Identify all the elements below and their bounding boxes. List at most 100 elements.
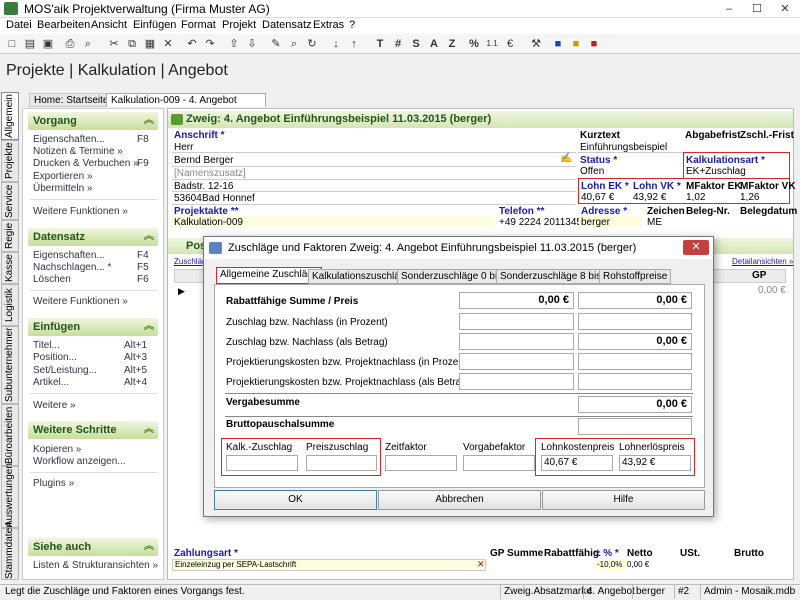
new-icon[interactable]: □: [4, 36, 20, 52]
zuschlag-prozent-field-2[interactable]: [578, 313, 692, 330]
einfuegen-more[interactable]: Weitere »: [33, 400, 76, 411]
schritte-plugins[interactable]: Plugins »: [33, 478, 74, 489]
number-icon[interactable]: #: [390, 36, 406, 52]
rabattfaehige-summe-field-1[interactable]: 0,00 €: [459, 292, 574, 309]
text-z-icon[interactable]: Z: [444, 36, 460, 52]
close-window-button[interactable]: ✕: [772, 0, 798, 18]
vtab-subunternehmer[interactable]: Subunternehmer: [1, 326, 19, 404]
maximize-button[interactable]: ☐: [744, 0, 770, 18]
print-preview-icon[interactable]: ⌕: [80, 36, 96, 52]
projektierung-prozent-field-1[interactable]: [459, 353, 574, 370]
datensatz-more[interactable]: Weitere Funktionen »: [33, 296, 128, 307]
vtab-bueroarbeiten[interactable]: Büroarbeiten: [1, 404, 19, 466]
zeichen-field[interactable]: ME: [647, 217, 662, 228]
open-icon[interactable]: ▤: [22, 36, 38, 52]
section-datensatz[interactable]: Datensatz ︽: [28, 228, 158, 246]
lohn-vk-field[interactable]: 43,92 €: [633, 192, 666, 203]
print-icon[interactable]: ⎙: [62, 36, 78, 52]
datensatz-nachschlagen[interactable]: Nachschlagen... *: [33, 262, 111, 273]
zeitfaktor-field[interactable]: [385, 455, 457, 471]
datensatz-loeschen[interactable]: Löschen: [33, 274, 71, 285]
pct-field[interactable]: -10,0%: [597, 560, 622, 569]
vorgang-notizen[interactable]: Notizen & Termine »: [33, 146, 123, 157]
namenszusatz-field[interactable]: [Namenszusatz]: [174, 168, 246, 179]
datensatz-eigenschaften[interactable]: Eigenschaften...: [33, 250, 105, 261]
edit-icon[interactable]: ✎: [268, 36, 284, 52]
mfaktor-vk-field[interactable]: 1,26: [740, 192, 759, 203]
decimal-icon[interactable]: 1.1: [484, 36, 500, 52]
sort-asc-icon[interactable]: ↓: [328, 36, 344, 52]
einfuegen-position[interactable]: Position...: [33, 352, 77, 363]
sum-icon[interactable]: S: [408, 36, 424, 52]
lock-yellow-icon[interactable]: ■: [568, 36, 584, 52]
vtab-stammdaten[interactable]: Stammdaten: [1, 522, 19, 580]
ort-field[interactable]: Bad Honnef: [202, 193, 255, 204]
menu-projekt[interactable]: Projekt: [222, 19, 256, 31]
section-weitere-schritte[interactable]: Weitere Schritte ︽: [28, 421, 158, 439]
vtab-service[interactable]: Service: [1, 182, 19, 220]
zahlungsart-field[interactable]: Einzeleinzug per SEPA-Lastschrift: [175, 560, 296, 569]
text-t-icon[interactable]: T: [372, 36, 388, 52]
projektierung-prozent-field-2[interactable]: [578, 353, 692, 370]
undo-icon[interactable]: ↶: [184, 36, 200, 52]
name-field[interactable]: Bernd Berger: [174, 155, 233, 166]
delete-icon[interactable]: ✕: [160, 36, 176, 52]
vorgabefaktor-field[interactable]: [463, 455, 535, 471]
projektierung-betrag-field-1[interactable]: [459, 373, 574, 390]
menu-help[interactable]: ?: [349, 19, 355, 31]
projektakte-field[interactable]: Kalkulation-009: [174, 217, 243, 228]
tab-allgemeine-zuschlaege[interactable]: Allgemeine Zuschläge: [216, 267, 323, 284]
save-icon[interactable]: ▣: [40, 36, 56, 52]
menu-format[interactable]: Format: [181, 19, 216, 31]
section-einfuegen[interactable]: Einfügen ︽: [28, 318, 158, 336]
mfaktor-ek-field[interactable]: 1,02: [686, 192, 705, 203]
zuschlag-betrag-field-2[interactable]: 0,00 €: [578, 333, 692, 350]
menu-datensatz[interactable]: Datensatz: [262, 19, 312, 31]
projektierung-betrag-field-2[interactable]: [578, 373, 692, 390]
vorgang-exportieren[interactable]: Exportieren »: [33, 171, 92, 182]
vtab-regie[interactable]: Regie: [1, 220, 19, 252]
section-siehe-auch[interactable]: Siehe auch ︽: [28, 538, 158, 556]
siehe-listen[interactable]: Listen & Strukturansichten »: [33, 560, 158, 571]
einfuegen-set[interactable]: Set/Leistung...: [33, 365, 97, 376]
vorgang-eigenschaften[interactable]: Eigenschaften...: [33, 134, 105, 145]
paste-icon[interactable]: ▦: [142, 36, 158, 52]
einfuegen-artikel[interactable]: Artikel...: [33, 377, 69, 388]
cancel-button[interactable]: Abbrechen: [378, 490, 541, 510]
tab-home[interactable]: Home: Startseite: [29, 93, 114, 107]
sort-desc-icon[interactable]: ↑: [346, 36, 362, 52]
vtab-allgemein[interactable]: Allgemein: [1, 92, 19, 140]
menu-einfuegen[interactable]: Einfügen: [133, 19, 176, 31]
lock-blue-icon[interactable]: ■: [550, 36, 566, 52]
minimize-button[interactable]: –: [716, 0, 742, 18]
lohn-ek-field[interactable]: 40,67 €: [581, 192, 614, 203]
vtab-kasse[interactable]: Kasse: [1, 252, 19, 284]
schritte-kopieren[interactable]: Kopieren »: [33, 444, 81, 455]
copy-icon[interactable]: ⧉: [124, 36, 140, 52]
einfuegen-titel[interactable]: Titel...: [33, 340, 60, 351]
up-icon[interactable]: ⇧: [226, 36, 242, 52]
tab-kalkulation[interactable]: Kalkulation-009 - 4. Angebot (berger) ✕: [106, 93, 266, 120]
vtab-projekte[interactable]: Projekte: [1, 140, 19, 182]
section-vorgang[interactable]: Vorgang ︽: [28, 112, 158, 130]
schritte-workflow[interactable]: Workflow anzeigen...: [33, 456, 126, 467]
tools-icon[interactable]: ⚒: [528, 36, 544, 52]
down-icon[interactable]: ⇩: [244, 36, 260, 52]
vorgang-uebermitteln[interactable]: Übermitteln »: [33, 183, 92, 194]
help-button[interactable]: Hilfe: [542, 490, 705, 510]
adresse-field[interactable]: berger: [581, 217, 610, 228]
dialog-close-button[interactable]: ✕: [683, 240, 709, 255]
zuschlag-link[interactable]: Zuschläg: [174, 257, 206, 266]
lock-red-icon[interactable]: ■: [586, 36, 602, 52]
menu-bearbeiten[interactable]: Bearbeiten: [37, 19, 90, 31]
detailansichten-link[interactable]: Detailansichten »: [732, 257, 793, 266]
vtab-auswertungen[interactable]: Auswertungen: [1, 463, 19, 528]
telefon-field[interactable]: +49 2224 2011345: [499, 217, 582, 228]
vergabesumme-field[interactable]: 0,00 €: [578, 396, 692, 413]
kalk-zuschlag-field[interactable]: [226, 455, 298, 471]
zuschlag-prozent-field-1[interactable]: [459, 313, 574, 330]
menu-extras[interactable]: Extras: [313, 19, 344, 31]
clear-icon[interactable]: ✕: [477, 559, 485, 570]
cut-icon[interactable]: ✂: [106, 36, 122, 52]
tab-rohstoffpreise[interactable]: Rohstoffpreise: [599, 269, 672, 284]
